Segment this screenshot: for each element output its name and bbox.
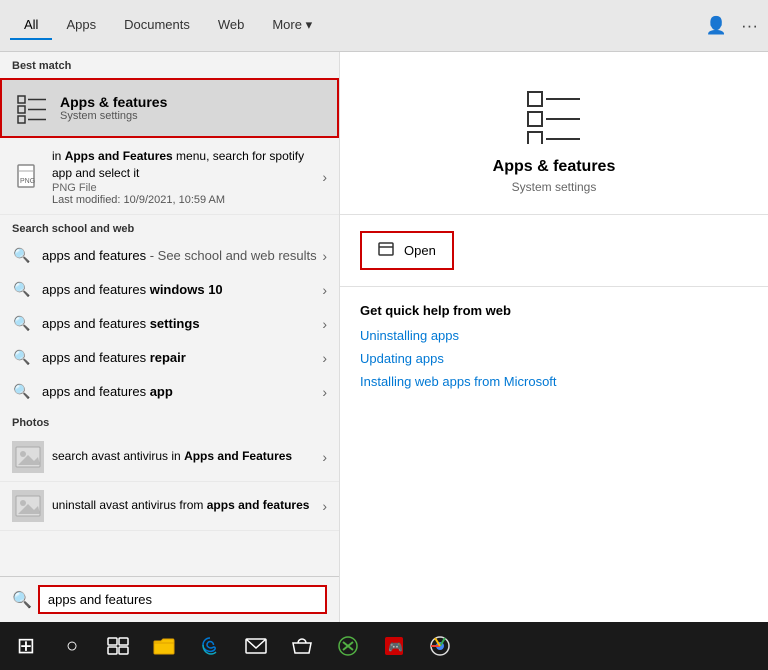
photo-main-1: uninstall avast antivirus from apps and … — [52, 497, 322, 514]
file-explorer-button[interactable] — [142, 624, 186, 668]
start-button[interactable]: ⊞ — [4, 624, 48, 668]
chevron-icon-2: › — [322, 316, 327, 332]
photo-item-1[interactable]: uninstall avast antivirus from apps and … — [0, 482, 339, 531]
top-icons: 👤 ··· — [706, 16, 758, 36]
search-tabs: All Apps Documents Web More ▾ 👤 ··· — [0, 0, 768, 52]
file-result-main: in Apps and Features menu, search for sp… — [52, 148, 322, 182]
left-panel: Best match Apps & features System settin… — [0, 52, 340, 622]
tab-more[interactable]: More ▾ — [258, 11, 326, 41]
file-result-item[interactable]: PNG in Apps and Features menu, search fo… — [0, 140, 339, 215]
best-match-subtitle: System settings — [60, 110, 167, 122]
photo-thumb-1 — [12, 490, 44, 522]
chevron-icon-4: › — [322, 384, 327, 400]
mail-button[interactable] — [234, 624, 278, 668]
search-icon-0: 🔍 — [12, 246, 32, 266]
task-view-button[interactable] — [96, 624, 140, 668]
svg-text:🎮: 🎮 — [388, 640, 403, 654]
quick-help: Get quick help from web Uninstalling app… — [340, 287, 768, 413]
chevron-icon-3: › — [322, 350, 327, 366]
main-content: Best match Apps & features System settin… — [0, 52, 768, 622]
tab-documents[interactable]: Documents — [110, 11, 204, 40]
search-input[interactable] — [38, 585, 327, 614]
web-item-text-0: apps and features - See school and web r… — [42, 248, 322, 263]
web-item-1[interactable]: 🔍 apps and features windows 10 › — [0, 273, 339, 307]
web-item-0[interactable]: 🔍 apps and features - See school and web… — [0, 239, 339, 273]
person-icon[interactable]: 👤 — [706, 16, 727, 36]
right-app-icon — [522, 82, 586, 146]
web-item-text-3: apps and features repair — [42, 350, 322, 365]
quick-help-link-2[interactable]: Installing web apps from Microsoft — [360, 374, 748, 389]
best-match-label: Best match — [0, 52, 339, 76]
search-icon-1: 🔍 — [12, 280, 32, 300]
photo-chevron-1: › — [322, 498, 327, 514]
tab-all[interactable]: All — [10, 11, 52, 40]
search-icon-2: 🔍 — [12, 314, 32, 334]
quick-help-link-0[interactable]: Uninstalling apps — [360, 328, 748, 343]
best-match-title: Apps & features — [60, 94, 167, 110]
search-box-container: 🔍 — [0, 576, 339, 622]
file-result-type: PNG File — [52, 182, 322, 194]
web-item-3[interactable]: 🔍 apps and features repair › — [0, 341, 339, 375]
photo-item-0[interactable]: search avast antivirus in Apps and Featu… — [0, 433, 339, 482]
open-label: Open — [404, 243, 436, 258]
photo-chevron-0: › — [322, 449, 327, 465]
apps-features-icon — [14, 90, 50, 126]
right-app-subtitle: System settings — [512, 180, 597, 194]
file-result-date: Last modified: 10/9/2021, 10:59 AM — [52, 194, 322, 206]
chevron-icon-1: › — [322, 282, 327, 298]
photo-main-0: search avast antivirus in Apps and Featu… — [52, 448, 322, 465]
edge-browser-button[interactable] — [188, 624, 232, 668]
file-result-text: in Apps and Features menu, search for sp… — [52, 148, 322, 206]
search-icon-4: 🔍 — [12, 382, 32, 402]
tab-web[interactable]: Web — [204, 11, 259, 40]
right-panel: Apps & features System settings Open Get… — [340, 52, 768, 622]
open-button-container: Open — [340, 215, 768, 287]
quick-help-link-1[interactable]: Updating apps — [360, 351, 748, 366]
xbox-button[interactable] — [326, 624, 370, 668]
web-section-label: Search school and web — [0, 215, 339, 239]
tab-apps[interactable]: Apps — [52, 11, 110, 40]
web-item-text-1: apps and features windows 10 — [42, 282, 322, 297]
search-taskbar-button[interactable]: ○ — [50, 624, 94, 668]
quick-help-title: Get quick help from web — [360, 303, 748, 318]
store-button[interactable] — [280, 624, 324, 668]
web-item-2[interactable]: 🔍 apps and features settings › — [0, 307, 339, 341]
svg-text:PNG: PNG — [20, 178, 35, 185]
photo-item-text-0: search avast antivirus in Apps and Featu… — [52, 448, 322, 465]
chevron-icon-0: › — [322, 248, 327, 264]
web-item-4[interactable]: 🔍 apps and features app › — [0, 375, 339, 409]
search-box-icon: 🔍 — [12, 590, 32, 610]
web-item-text-4: apps and features app — [42, 384, 322, 399]
best-match-item[interactable]: Apps & features System settings — [0, 78, 339, 138]
photo-thumb-0 — [12, 441, 44, 473]
more-dots-icon[interactable]: ··· — [741, 16, 758, 36]
search-icon-3: 🔍 — [12, 348, 32, 368]
taskbar: ⊞ ○ — [0, 622, 768, 670]
open-button[interactable]: Open — [360, 231, 454, 270]
chrome-button[interactable] — [418, 624, 462, 668]
chevron-icon: › — [322, 169, 327, 185]
photos-label: Photos — [0, 409, 339, 433]
png-file-icon: PNG — [12, 161, 44, 193]
open-window-icon — [378, 240, 396, 261]
best-match-text: Apps & features System settings — [60, 94, 167, 122]
red-app-button[interactable]: 🎮 — [372, 624, 416, 668]
web-item-text-2: apps and features settings — [42, 316, 322, 331]
right-top: Apps & features System settings — [340, 52, 768, 215]
photo-item-text-1: uninstall avast antivirus from apps and … — [52, 497, 322, 514]
right-app-title: Apps & features — [493, 158, 616, 176]
